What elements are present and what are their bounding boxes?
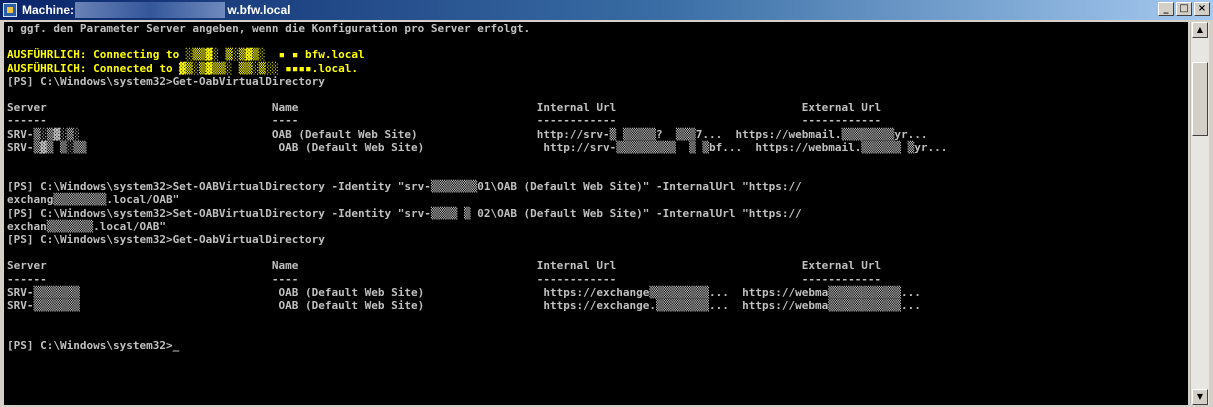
console-line: [PS] C:\Windows\system32>_ (7, 338, 180, 352)
console-line: SRV-▒▓▒ ▒░▒▒ OAB (Default Web Site) http… (7, 140, 948, 154)
console-line: [PS] C:\Windows\system32>Get-OabVirtualD… (7, 74, 325, 88)
console-output[interactable]: n ggf. den Parameter Server angeben, wen… (4, 22, 1188, 405)
title-bar[interactable]: Machine: w.bfw.local _ □ × (0, 0, 1213, 20)
console-line: exchang▒▒▒▒▒▒▒▒.local/OAB" (7, 193, 180, 207)
console-line: ------ ---- ------------ ------------ (7, 114, 882, 128)
console-line: n ggf. den Parameter Server angeben, wen… (7, 22, 531, 35)
powershell-app-icon[interactable] (3, 3, 17, 17)
scroll-down-arrow-icon[interactable]: ▼ (1192, 389, 1208, 405)
console-line: Server Name Internal Url External Url (7, 259, 882, 273)
console-line: exchan▒▒▒▒▒▒▒.local/OAB" (7, 219, 166, 233)
console-line: AUSFÜHRLICH: Connected to ▓▒░▒▓▒▒░ ▒▒░▒░… (7, 61, 358, 75)
console-line: [PS] C:\Windows\system32>Set-OABVirtualD… (7, 180, 802, 194)
close-button[interactable]: × (1194, 2, 1210, 16)
title-redaction (75, 2, 225, 18)
console-line: ------ ---- ------------ ------------ (7, 272, 882, 286)
window-title-suffix: w.bfw.local (227, 3, 291, 17)
text-cursor: _ (172, 338, 180, 352)
console-line: SRV-▒░▒▓░▒░ OAB (Default Web Site) http:… (7, 127, 928, 141)
console-line: [PS] C:\Windows\system32>Set-OABVirtualD… (7, 206, 802, 220)
maximize-button[interactable]: □ (1176, 2, 1192, 16)
minimize-button[interactable]: _ (1158, 2, 1174, 16)
scroll-up-arrow-icon[interactable]: ▲ (1192, 22, 1208, 38)
console-line: Server Name Internal Url External Url (7, 101, 882, 115)
window-title-prefix: Machine: (22, 3, 78, 17)
console-line: [PS] C:\Windows\system32>Get-OabVirtualD… (7, 233, 325, 246)
console-line: AUSFÜHRLICH: Connecting to ░▒▒▓░ ▒░▒▓▒░ … (7, 48, 365, 62)
vertical-scrollbar[interactable]: ▲ ▼ (1190, 22, 1209, 405)
scrollbar-thumb[interactable] (1192, 62, 1208, 136)
caption-buttons: _ □ × (1158, 2, 1210, 18)
console-line: SRV-▒▒▒▒▒▒▒ OAB (Default Web Site) https… (7, 298, 921, 312)
console-line: SRV-▒▒▒▒▒▒▒ OAB (Default Web Site) https… (7, 285, 921, 299)
console-window: Machine: w.bfw.local _ □ × n ggf. den Pa… (0, 0, 1213, 407)
